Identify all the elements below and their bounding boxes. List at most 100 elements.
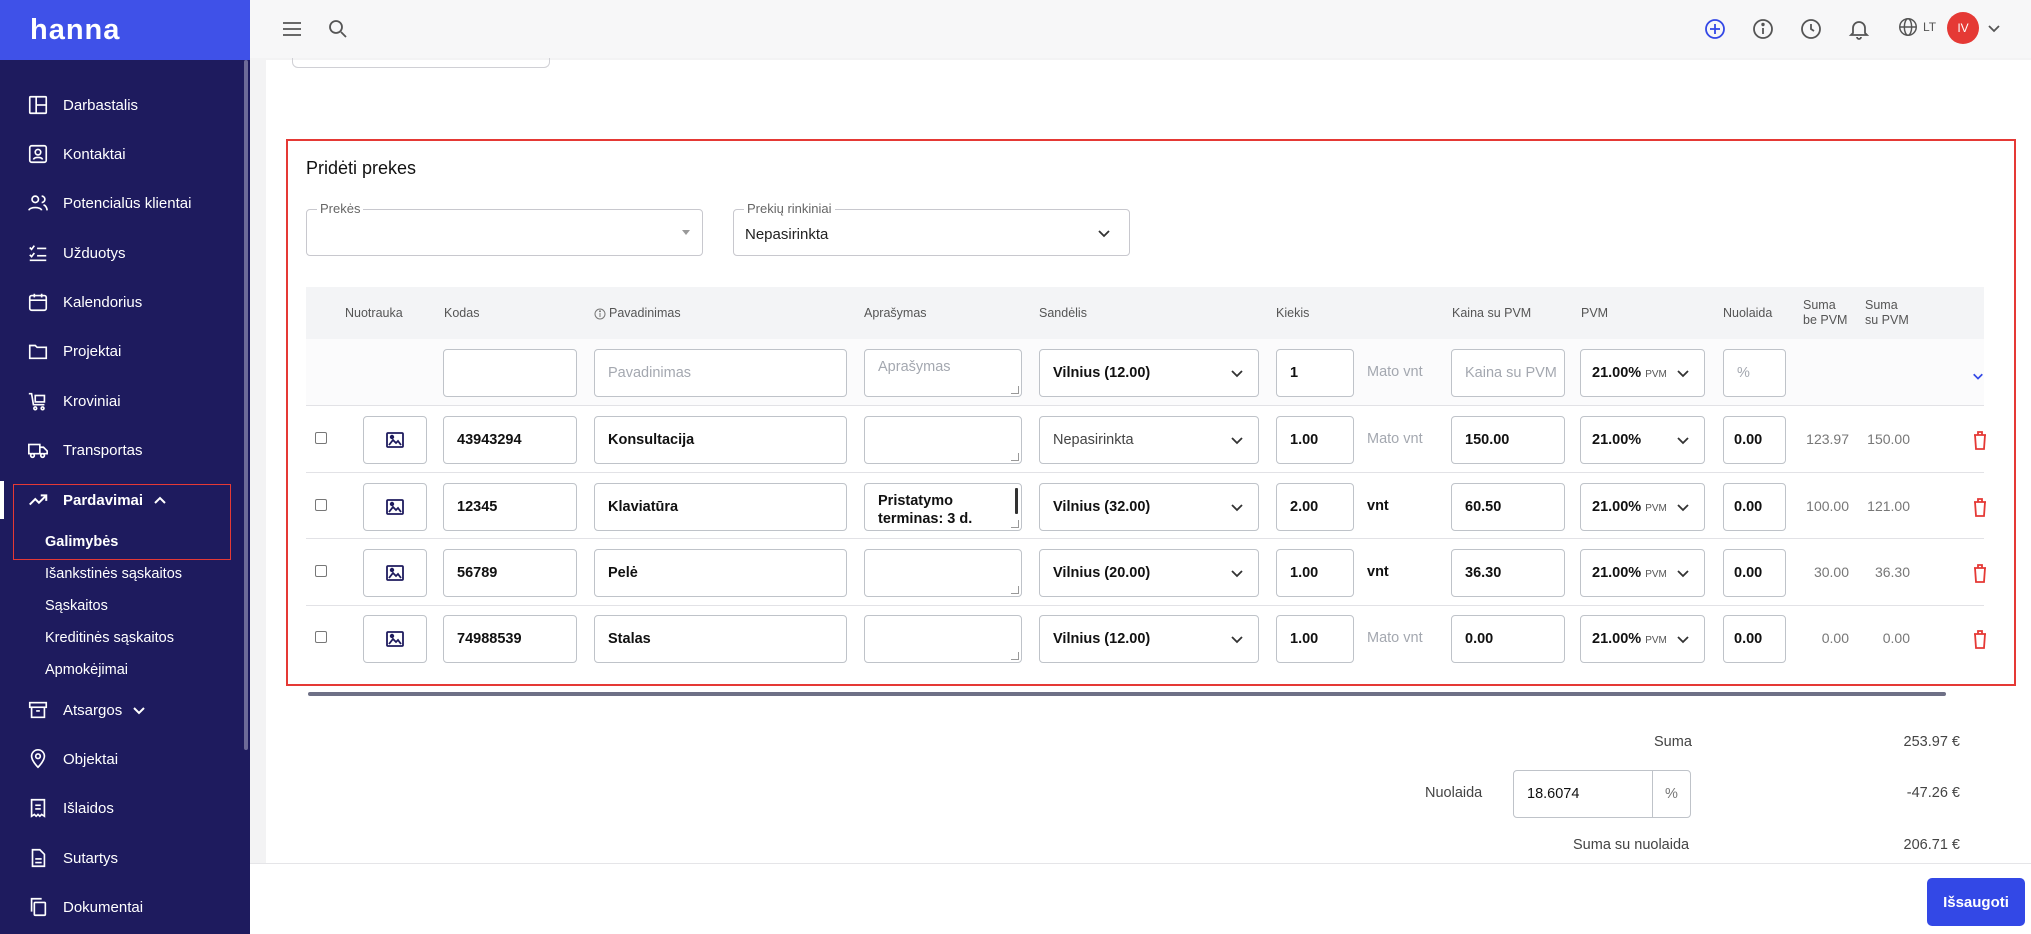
sidebar-subitem-kreditines-saskaitos[interactable]: Kreditinės sąskaitos [45, 630, 174, 646]
sidebar-item-kroviniai[interactable]: Kroviniai [0, 381, 240, 421]
trash-icon[interactable] [1972, 629, 1988, 649]
resize-handle[interactable] [1011, 453, 1019, 461]
row-checkbox[interactable] [315, 432, 327, 444]
new-code-input[interactable] [443, 349, 577, 397]
resize-handle[interactable] [1011, 652, 1019, 660]
row-vat-select[interactable]: 21.00% PVM [1580, 483, 1705, 531]
row-vat-select[interactable]: 21.00% PVM [1580, 615, 1705, 663]
row-checkbox[interactable] [315, 565, 327, 577]
row-quantity-input[interactable]: 1.00 [1276, 549, 1354, 597]
row-unit-input[interactable]: Mato vnt [1367, 630, 1423, 646]
sidebar-subitem-apmokejimai[interactable]: Apmokėjimai [45, 662, 128, 678]
row-price-input[interactable]: 0.00 [1451, 615, 1565, 663]
row-name-input[interactable]: Konsultacija [594, 416, 847, 464]
row-code-input[interactable]: 12345 [443, 483, 577, 531]
chevron-down-icon[interactable] [1972, 370, 1984, 382]
row-checkbox[interactable] [315, 631, 327, 643]
language-switch[interactable]: LT [1897, 16, 1936, 38]
product-sets-select[interactable]: Prekių rinkiniai Nepasirinkta [733, 201, 1130, 256]
row-discount-input[interactable]: 0.00 [1723, 483, 1786, 531]
topbar [250, 0, 2031, 58]
trash-icon[interactable] [1972, 430, 1988, 450]
sidebar-item-uzduotys[interactable]: Užduotys [0, 233, 240, 273]
sidebar-subitem-isankstines-saskaitos[interactable]: Išankstinės sąskaitos [45, 566, 182, 582]
textarea-scrollbar[interactable] [1015, 488, 1018, 514]
new-vat-select[interactable]: 21.00% PVM [1580, 349, 1705, 397]
row-image-button[interactable] [363, 549, 427, 597]
total-discount-input[interactable]: 18.6074 % [1513, 770, 1691, 818]
avatar[interactable]: IV [1947, 12, 1979, 44]
row-image-button[interactable] [363, 483, 427, 531]
chevron-down-icon[interactable] [1987, 21, 2001, 35]
new-quantity-input[interactable]: 1 [1276, 349, 1354, 397]
row-unit-input[interactable]: vnt [1367, 498, 1389, 514]
resize-handle[interactable] [1011, 386, 1019, 394]
row-warehouse-select[interactable]: Vilnius (12.00) [1039, 615, 1259, 663]
resize-handle[interactable] [1011, 586, 1019, 594]
row-unit-input[interactable]: vnt [1367, 564, 1389, 580]
row-quantity-input[interactable]: 1.00 [1276, 416, 1354, 464]
menu-icon[interactable] [280, 17, 304, 41]
table-horizontal-scrollbar[interactable] [308, 692, 1946, 696]
sidebar-item-sutartys[interactable]: Sutartys [0, 838, 240, 878]
row-warehouse-select[interactable]: Vilnius (32.00) [1039, 483, 1259, 531]
sidebar-item-kalendorius[interactable]: Kalendorius [0, 282, 240, 322]
search-icon[interactable] [326, 17, 350, 41]
row-vat-select[interactable]: 21.00% [1580, 416, 1705, 464]
save-button[interactable]: Išsaugoti [1927, 878, 2025, 926]
row-vat-select[interactable]: 21.00% PVM [1580, 549, 1705, 597]
row-name-input[interactable]: Stalas [594, 615, 847, 663]
new-discount-input[interactable]: % [1723, 349, 1786, 397]
sidebar-subitem-saskaitos[interactable]: Sąskaitos [45, 598, 108, 614]
row-price-input[interactable]: 60.50 [1451, 483, 1565, 531]
new-warehouse-select[interactable]: Vilnius (12.00) [1039, 349, 1259, 397]
resize-handle[interactable] [1011, 520, 1019, 528]
row-code-input[interactable]: 74988539 [443, 615, 577, 663]
add-circle-icon[interactable] [1703, 17, 1727, 41]
sidebar-item-projektai[interactable]: Projektai [0, 331, 240, 371]
sidebar-item-kontaktai[interactable]: Kontaktai [0, 134, 240, 174]
sidebar-item-darbastalis[interactable]: Darbastalis [0, 85, 240, 125]
row-price-input[interactable]: 36.30 [1451, 549, 1565, 597]
logo[interactable]: hanna [0, 0, 250, 60]
products-select[interactable]: Prekės [306, 201, 703, 256]
sidebar-item-atsargos[interactable]: Atsargos [0, 690, 240, 730]
row-code-input[interactable]: 43943294 [443, 416, 577, 464]
row-quantity-input[interactable]: 2.00 [1276, 483, 1354, 531]
info-icon[interactable] [594, 308, 606, 320]
row-image-button[interactable] [363, 615, 427, 663]
bell-icon[interactable] [1847, 17, 1871, 41]
row-checkbox[interactable] [315, 499, 327, 511]
sidebar-item-objektai[interactable]: Objektai [0, 739, 240, 779]
row-unit-input[interactable]: Mato vnt [1367, 431, 1423, 447]
row-discount-input[interactable]: 0.00 [1723, 416, 1786, 464]
clock-icon[interactable] [1799, 17, 1823, 41]
row-name-input[interactable]: Klaviatūra [594, 483, 847, 531]
row-discount-input[interactable]: 0.00 [1723, 549, 1786, 597]
row-description-textarea[interactable]: Pristatymo terminas: 3 d. [864, 483, 1022, 531]
row-image-button[interactable] [363, 416, 427, 464]
sidebar-scrollbar[interactable] [244, 60, 248, 750]
trash-icon[interactable] [1972, 497, 1988, 517]
trash-icon[interactable] [1972, 563, 1988, 583]
row-name-input[interactable]: Pelė [594, 549, 847, 597]
sidebar-item-transportas[interactable]: Transportas [0, 430, 240, 470]
sidebar-item-label: Išlaidos [63, 799, 114, 817]
row-code-input[interactable]: 56789 [443, 549, 577, 597]
new-price-input[interactable]: Kaina su PVM [1451, 349, 1565, 397]
new-unit-input[interactable]: Mato vnt [1367, 364, 1423, 380]
row-warehouse-select[interactable]: Vilnius (20.00) [1039, 549, 1259, 597]
sidebar-item-islaidos[interactable]: Išlaidos [0, 788, 240, 828]
row-discount-input[interactable]: 0.00 [1723, 615, 1786, 663]
row-warehouse-select[interactable]: Nepasirinkta [1039, 416, 1259, 464]
new-description-textarea[interactable]: Aprašymas [864, 349, 1022, 397]
sidebar-item-dokumentai[interactable]: Dokumentai [0, 887, 240, 927]
row-price-input[interactable]: 150.00 [1451, 416, 1565, 464]
row-description-textarea[interactable] [864, 416, 1022, 464]
new-name-input[interactable]: Pavadinimas [594, 349, 847, 397]
row-description-textarea[interactable] [864, 549, 1022, 597]
sidebar-item-potencialus-klientai[interactable]: Potencialūs klientai [0, 183, 240, 223]
row-description-textarea[interactable] [864, 615, 1022, 663]
info-icon[interactable] [1751, 17, 1775, 41]
row-quantity-input[interactable]: 1.00 [1276, 615, 1354, 663]
